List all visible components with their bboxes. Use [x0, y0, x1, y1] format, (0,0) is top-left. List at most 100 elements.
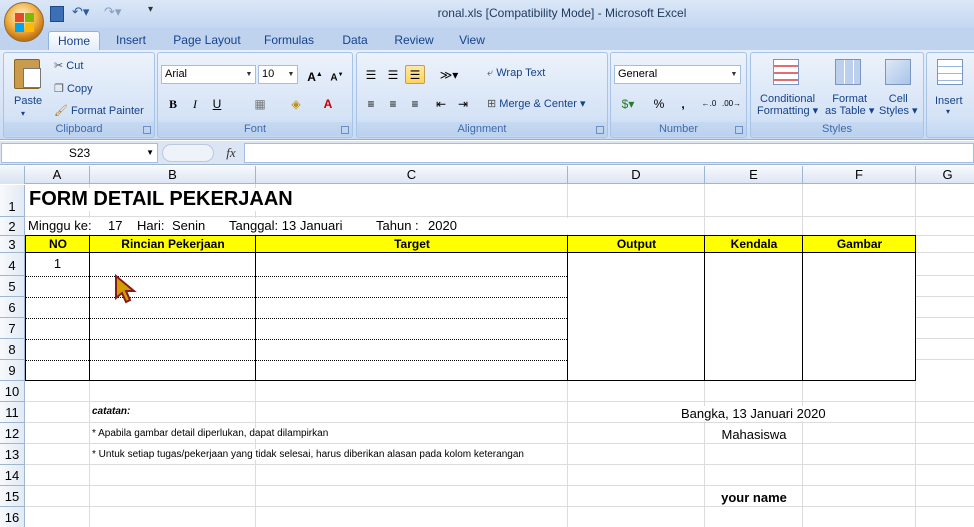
office-button[interactable]	[4, 2, 44, 42]
header-rincian: Rincian Pekerjaan	[90, 236, 256, 253]
tab-home[interactable]: Home	[48, 31, 100, 50]
col-header-b[interactable]: B	[90, 166, 256, 184]
align-center-icon[interactable]: ≡	[383, 94, 403, 113]
orientation-icon[interactable]: ≫▾	[435, 65, 463, 84]
gridline	[25, 485, 974, 486]
window-title: ronal.xls [Compatibility Mode] - Microso…	[437, 6, 687, 20]
row-header-15[interactable]: 15	[0, 486, 25, 507]
row-header-6[interactable]: 6	[0, 297, 25, 318]
italic-button[interactable]: I	[185, 94, 205, 113]
font-color-icon[interactable]: A	[318, 94, 338, 113]
gridline	[916, 252, 974, 253]
number-launcher-icon[interactable]	[735, 126, 743, 134]
decrease-decimal-icon[interactable]: .00→	[721, 94, 741, 113]
tab-formulas[interactable]: Formulas	[258, 31, 320, 50]
gridline	[916, 338, 974, 339]
row-header-13[interactable]: 13	[0, 444, 25, 465]
insert-dropdown-icon[interactable]: ▾	[946, 107, 950, 116]
gridline	[916, 275, 974, 276]
office-logo-icon	[15, 13, 35, 33]
font-family-select[interactable]: Arial ▼	[161, 65, 256, 84]
place-date: Bangka, 13 Januari 2020	[681, 406, 826, 421]
paste-icon[interactable]	[14, 59, 41, 89]
fill-color-icon[interactable]: ◈	[286, 94, 306, 113]
alignment-launcher-icon[interactable]	[596, 126, 604, 134]
shrink-font-button[interactable]: A▼	[327, 65, 347, 84]
row-header-3[interactable]: 3	[0, 236, 25, 253]
tab-view[interactable]: View	[452, 31, 492, 50]
align-right-icon[interactable]: ≡	[405, 94, 425, 113]
underline-button[interactable]: U	[207, 94, 227, 113]
note-1: * Apabila gambar detail diperlukan, dapa…	[92, 428, 329, 439]
increase-decimal-icon[interactable]: ←.0	[699, 94, 719, 113]
align-left-icon[interactable]: ≡	[361, 94, 381, 113]
row-header-2[interactable]: 2	[0, 217, 25, 236]
row-header-1[interactable]: 1	[0, 185, 25, 217]
tab-review[interactable]: Review	[388, 31, 440, 50]
font-launcher-icon[interactable]	[341, 126, 349, 134]
merge-icon: ⊞	[487, 98, 497, 110]
tab-data[interactable]: Data	[334, 31, 376, 50]
formula-input[interactable]	[244, 143, 974, 163]
increase-indent-icon[interactable]: ⇥	[453, 94, 473, 113]
align-bottom-icon[interactable]: ☰	[405, 65, 425, 84]
format-as-table-button[interactable]: Format as Table ▾	[825, 93, 874, 117]
scissors-icon: ✂	[54, 60, 64, 72]
accounting-format-icon[interactable]: $▾	[615, 94, 641, 113]
row-header-4[interactable]: 4	[0, 253, 25, 276]
col-header-d[interactable]: D	[568, 166, 705, 184]
col-header-a[interactable]: A	[25, 166, 90, 184]
header-no: NO	[26, 236, 90, 253]
row-header-5[interactable]: 5	[0, 276, 25, 297]
comma-style-icon[interactable]: ,	[673, 94, 693, 113]
table-border	[915, 235, 916, 381]
styles-group-label: Styles	[751, 122, 923, 136]
align-middle-icon[interactable]: ☰	[383, 65, 403, 84]
wrap-text-button[interactable]: ⤶ Wrap Text	[487, 67, 545, 80]
row-header-12[interactable]: 12	[0, 423, 25, 444]
decrease-indent-icon[interactable]: ⇤	[431, 94, 451, 113]
excel-window: ↶▾ ↷▾ ▾ ronal.xls [Compatibility Mode] -…	[0, 0, 974, 527]
row-header-8[interactable]: 8	[0, 339, 25, 360]
font-size-select[interactable]: 10 ▼	[258, 65, 298, 84]
cond-label-1: Conditional	[760, 93, 816, 105]
row-header-10[interactable]: 10	[0, 381, 25, 402]
number-format-select[interactable]: General ▼	[614, 65, 741, 84]
row-header-7[interactable]: 7	[0, 318, 25, 339]
paste-button[interactable]: Paste	[14, 95, 42, 107]
col-header-f[interactable]: F	[803, 166, 916, 184]
percent-style-icon[interactable]: %	[649, 94, 669, 113]
tab-insert[interactable]: Insert	[108, 31, 154, 50]
name-box[interactable]: S23 ▼	[1, 143, 158, 163]
formula-bar-handle[interactable]	[162, 144, 214, 162]
insert-button[interactable]: Insert	[935, 95, 963, 107]
copy-button[interactable]: ❐ Copy	[54, 82, 93, 95]
cut-button[interactable]: ✂ Cut	[54, 59, 83, 72]
conditional-formatting-button[interactable]: Conditional Formatting ▾	[757, 93, 818, 117]
clipboard-launcher-icon[interactable]	[143, 126, 151, 134]
cell-styles-button[interactable]: Cell Styles ▾	[879, 93, 918, 117]
row-header-11[interactable]: 11	[0, 402, 25, 423]
col-header-e[interactable]: E	[705, 166, 803, 184]
row-header-16[interactable]: 16	[0, 507, 25, 527]
table-body[interactable]	[26, 253, 916, 381]
format-painter-button[interactable]: 🖌 Format Painter	[54, 104, 144, 117]
cond-label-2: Formatting	[757, 105, 810, 117]
merge-center-button[interactable]: ⊞ Merge & Center ▾	[487, 97, 586, 110]
worksheet-grid[interactable]: A B C D E F G 1 2 3 4 5 6 7 8 9 10 11 12…	[0, 166, 974, 527]
ribbon: Paste ▾ ✂ Cut ❐ Copy 🖌 Format Painter Cl…	[0, 50, 974, 140]
number-group-label: Number	[611, 122, 746, 136]
col-header-g[interactable]: G	[916, 166, 974, 184]
select-all-corner[interactable]	[0, 166, 25, 184]
paste-dropdown-icon[interactable]: ▾	[21, 109, 25, 118]
bold-button[interactable]: B	[163, 94, 183, 113]
align-top-icon[interactable]: ☰	[361, 65, 381, 84]
col-header-c[interactable]: C	[256, 166, 568, 184]
gridline	[916, 317, 974, 318]
insert-function-icon[interactable]: fx	[220, 143, 242, 163]
row-header-14[interactable]: 14	[0, 465, 25, 486]
grow-font-button[interactable]: A▲	[305, 65, 325, 84]
tab-page-layout[interactable]: Page Layout	[168, 31, 246, 50]
borders-icon[interactable]: ▦	[250, 94, 270, 113]
row-header-9[interactable]: 9	[0, 360, 25, 381]
